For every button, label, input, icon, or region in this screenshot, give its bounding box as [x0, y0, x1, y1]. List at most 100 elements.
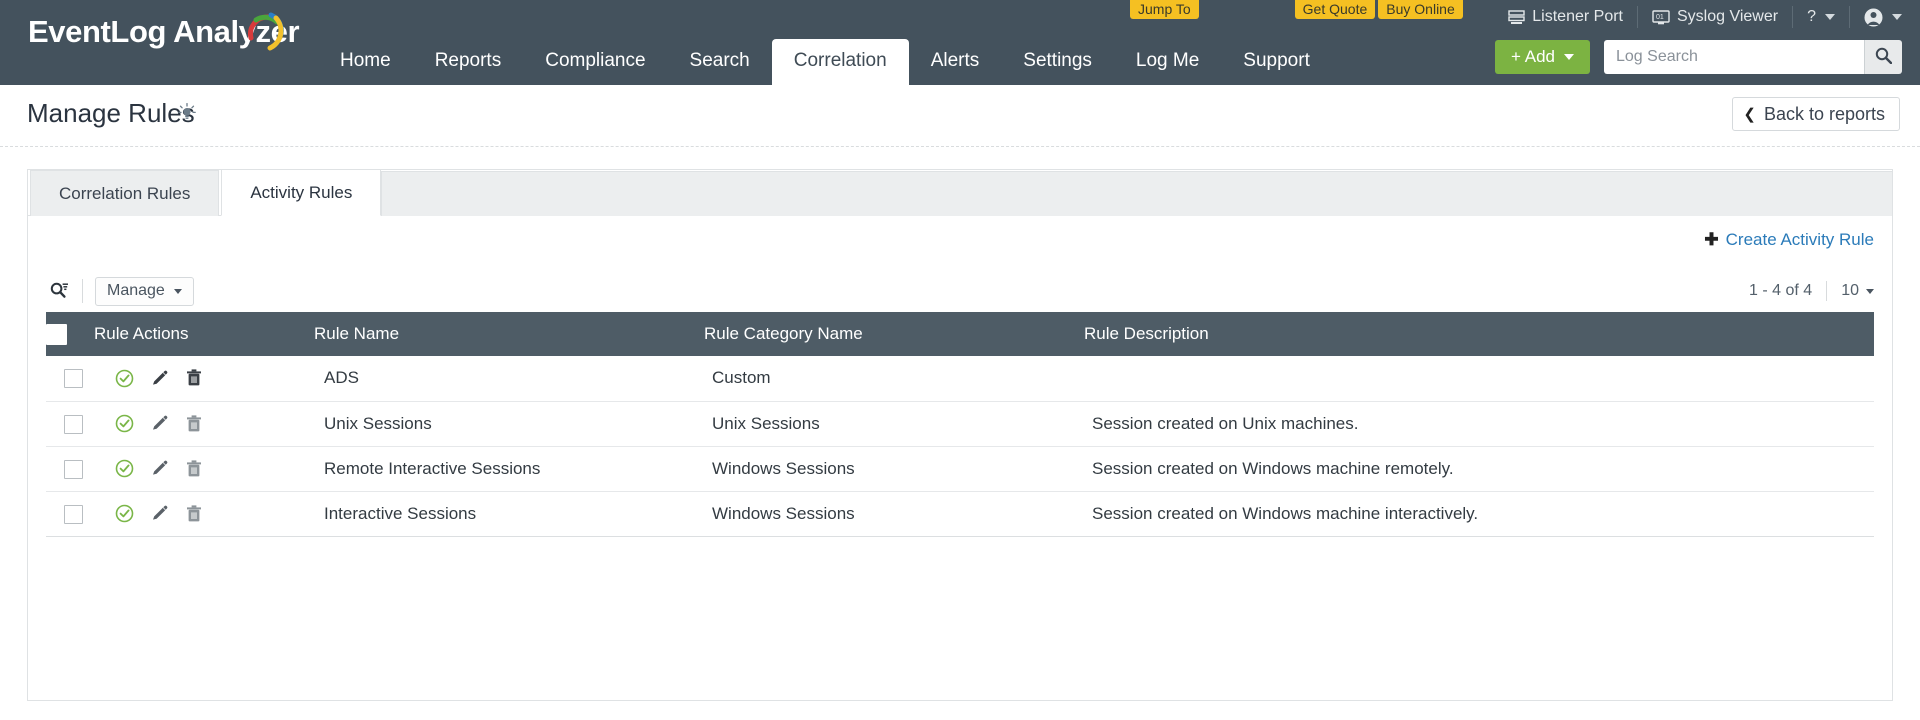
chevron-down-icon	[1866, 289, 1874, 294]
select-all-checkbox[interactable]	[46, 324, 67, 345]
chevron-left-icon: ❮	[1743, 107, 1756, 122]
table-toolbar: Manage 1 - 4 of 4 10	[46, 270, 1874, 312]
monitor-icon: 01	[1652, 10, 1670, 25]
create-activity-rule-link[interactable]: ✚ Create Activity Rule	[1704, 230, 1874, 250]
main-navigation: Home Reports Compliance Search Correlati…	[318, 39, 1332, 85]
page-size-value: 10	[1841, 282, 1859, 300]
cell-rule-category: Custom	[704, 356, 1084, 401]
search-icon	[1875, 47, 1892, 67]
cell-rule-description: Session created on Windows machine inter…	[1084, 491, 1874, 536]
enable-icon[interactable]	[114, 368, 134, 388]
buy-online-button[interactable]: Buy Online	[1378, 0, 1462, 19]
chevron-down-icon	[1892, 14, 1902, 20]
page-size-dropdown[interactable]: 10	[1827, 282, 1874, 300]
create-rule-row: ✚ Create Activity Rule	[28, 216, 1892, 270]
column-header-rule-category-name: Rule Category Name	[704, 312, 1084, 356]
content-panel: Correlation Rules Activity Rules ✚ Creat…	[27, 169, 1893, 701]
top-header-bar: EventLog Analyzer Jump To Get Quote Buy …	[0, 0, 1920, 85]
cell-rule-description: Session created on Windows machine remot…	[1084, 446, 1874, 491]
nav-item-reports[interactable]: Reports	[413, 39, 524, 85]
column-header-rule-actions: Rule Actions	[94, 312, 314, 356]
edit-icon[interactable]	[149, 414, 169, 434]
nav-item-correlation[interactable]: Correlation	[772, 39, 909, 85]
page-title: Manage Rules	[27, 98, 195, 129]
chevron-down-icon	[1825, 14, 1835, 20]
nav-item-home[interactable]: Home	[318, 39, 413, 85]
manage-dropdown-label: Manage	[107, 282, 165, 300]
cell-rule-name: Interactive Sessions	[314, 491, 704, 536]
delete-icon[interactable]	[184, 414, 204, 434]
nav-item-search[interactable]: Search	[668, 39, 772, 85]
row-checkbox[interactable]	[64, 505, 83, 524]
user-account-icon	[1864, 8, 1883, 27]
log-search-group	[1604, 40, 1902, 74]
chevron-down-icon	[1564, 54, 1574, 60]
row-select-cell	[46, 446, 94, 491]
cell-rule-name: ADS	[314, 356, 704, 401]
column-header-rule-description: Rule Description	[1084, 312, 1874, 356]
table-search-icon[interactable]	[46, 282, 76, 300]
row-select-cell	[46, 401, 94, 446]
row-checkbox[interactable]	[64, 415, 83, 434]
nav-item-compliance[interactable]: Compliance	[523, 39, 667, 85]
help-menu[interactable]: ?	[1793, 6, 1850, 28]
header-utility-links: Listener Port 01 Syslog Viewer ?	[1494, 0, 1906, 34]
row-actions-cell	[94, 356, 314, 401]
server-icon	[1508, 10, 1525, 25]
edit-icon[interactable]	[149, 459, 169, 479]
syslog-viewer-link[interactable]: 01 Syslog Viewer	[1638, 6, 1793, 28]
pagination-controls: 1 - 4 of 4 10	[1749, 281, 1874, 301]
page-title-row: Manage Rules ❮ Back to reports	[0, 85, 1920, 147]
chevron-down-icon	[174, 289, 182, 294]
edit-icon[interactable]	[149, 368, 169, 388]
row-select-cell	[46, 356, 94, 401]
cell-rule-category: Unix Sessions	[704, 401, 1084, 446]
edit-icon[interactable]	[149, 504, 169, 524]
table-body: ADS Custom	[46, 356, 1874, 536]
table-row[interactable]: Remote Interactive Sessions Windows Sess…	[46, 446, 1874, 491]
tab-activity-rules[interactable]: Activity Rules	[221, 169, 381, 216]
table-row[interactable]: Interactive Sessions Windows Sessions Se…	[46, 491, 1874, 536]
cell-rule-name: Unix Sessions	[314, 401, 704, 446]
listener-port-link[interactable]: Listener Port	[1494, 6, 1638, 28]
nav-item-settings[interactable]: Settings	[1001, 39, 1114, 85]
add-button[interactable]: + Add	[1495, 40, 1590, 74]
get-quote-button[interactable]: Get Quote	[1295, 0, 1376, 19]
cell-rule-name: Remote Interactive Sessions	[314, 446, 704, 491]
nav-item-alerts[interactable]: Alerts	[909, 39, 1002, 85]
row-checkbox[interactable]	[64, 369, 83, 388]
manage-dropdown-button[interactable]: Manage	[95, 277, 194, 306]
table-row[interactable]: ADS Custom	[46, 356, 1874, 401]
tab-correlation-rules[interactable]: Correlation Rules	[30, 170, 219, 216]
pagination-range-label: 1 - 4 of 4	[1749, 282, 1826, 300]
logo-swoosh-icon	[243, 8, 289, 54]
table-head: Rule Actions Rule Name Rule Category Nam…	[46, 312, 1874, 356]
back-to-reports-button[interactable]: ❮ Back to reports	[1732, 97, 1900, 131]
cell-rule-category: Windows Sessions	[704, 446, 1084, 491]
svg-text:01: 01	[1656, 14, 1664, 21]
row-checkbox[interactable]	[64, 460, 83, 479]
enable-icon[interactable]	[114, 504, 134, 524]
delete-icon[interactable]	[184, 459, 204, 479]
row-actions-cell	[94, 446, 314, 491]
enable-icon[interactable]	[114, 414, 134, 434]
table-row[interactable]: Unix Sessions Unix Sessions Session crea…	[46, 401, 1874, 446]
cell-rule-description: Session created on Unix machines.	[1084, 401, 1874, 446]
row-actions-cell	[94, 491, 314, 536]
log-search-submit-button[interactable]	[1864, 40, 1902, 74]
cell-rule-description	[1084, 356, 1874, 401]
jump-to-button[interactable]: Jump To	[1130, 0, 1199, 19]
delete-icon[interactable]	[184, 368, 204, 388]
select-all-header	[46, 312, 94, 356]
enable-icon[interactable]	[114, 459, 134, 479]
account-menu[interactable]	[1850, 6, 1906, 28]
activity-rules-table: Rule Actions Rule Name Rule Category Nam…	[46, 312, 1874, 537]
listener-port-label: Listener Port	[1532, 8, 1623, 26]
log-search-input[interactable]	[1604, 40, 1864, 74]
lightbulb-help-icon[interactable]	[178, 103, 196, 128]
nav-item-log-me[interactable]: Log Me	[1114, 39, 1221, 85]
help-icon: ?	[1807, 8, 1816, 26]
nav-item-support[interactable]: Support	[1221, 39, 1332, 85]
delete-icon[interactable]	[184, 504, 204, 524]
toolbar-divider	[82, 279, 83, 303]
